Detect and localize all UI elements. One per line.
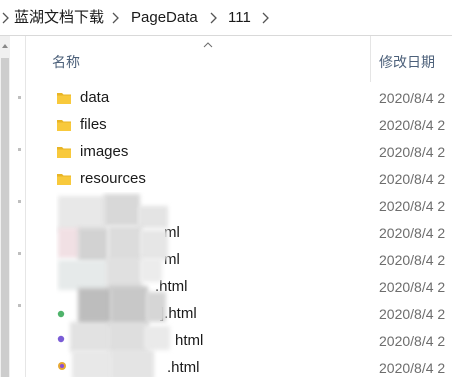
chevron-right-icon[interactable]: [260, 10, 272, 26]
nav-tick: [18, 148, 21, 151]
file-name: html: [175, 332, 204, 349]
nav-tick: [18, 96, 21, 99]
scroll-up-arrow-icon[interactable]: [1, 42, 9, 50]
breadcrumb-item-111[interactable]: 111: [228, 9, 251, 27]
file-row-resources[interactable]: resources 2020/8/4 2: [26, 166, 452, 193]
file-date: 2020/8/4 2: [379, 144, 446, 160]
file-date: 2020/8/4 2: [379, 198, 446, 214]
file-date: 2020/8/4 2: [379, 360, 446, 376]
column-separator[interactable]: [370, 36, 371, 82]
file-date: 2020/8/4 2: [379, 171, 446, 187]
sort-ascending-icon: [203, 42, 213, 48]
column-date-header[interactable]: 修改日期: [379, 52, 435, 72]
file-name: resources: [80, 170, 146, 187]
folder-icon: [57, 174, 71, 185]
file-row-images[interactable]: images 2020/8/4 2: [26, 139, 452, 166]
folder-icon: [57, 147, 71, 158]
breadcrumb-item-pagedata[interactable]: PageData: [131, 9, 198, 27]
file-row-data[interactable]: data 2020/8/4 2: [26, 85, 452, 112]
folder-icon: [57, 93, 71, 104]
file-date: 2020/8/4 2: [379, 306, 446, 322]
nav-tick: [18, 252, 21, 255]
file-date: 2020/8/4 2: [379, 333, 446, 349]
file-date: 2020/8/4 2: [379, 279, 446, 295]
navigation-pane: [0, 36, 26, 377]
file-date: 2020/8/4 2: [379, 225, 446, 241]
file-date: 2020/8/4 2: [379, 90, 446, 106]
nav-scrollbar-thumb[interactable]: [1, 58, 9, 377]
file-date: 2020/8/4 2: [379, 117, 446, 133]
address-bar[interactable]: 蓝湖文档下载 PageData 111: [0, 0, 452, 36]
folder-icon: [57, 120, 71, 131]
file-name: files: [80, 116, 107, 133]
column-header: 名称 修改日期: [26, 36, 452, 82]
chevron-right-icon[interactable]: [110, 10, 122, 26]
nav-scrollbar[interactable]: [0, 36, 10, 377]
breadcrumb-item-lanhu[interactable]: 蓝湖文档下载: [14, 9, 104, 27]
redacted-file-names: [56, 192, 174, 377]
nav-tick: [18, 200, 21, 203]
nav-tick: [18, 304, 21, 307]
chevron-right-icon[interactable]: [208, 10, 220, 26]
file-name: images: [80, 143, 129, 160]
column-name-header[interactable]: 名称: [52, 52, 80, 72]
file-row-files[interactable]: files 2020/8/4 2: [26, 112, 452, 139]
file-name: data: [80, 89, 110, 106]
chevron-right-icon[interactable]: [0, 10, 12, 26]
file-date: 2020/8/4 2: [379, 252, 446, 268]
